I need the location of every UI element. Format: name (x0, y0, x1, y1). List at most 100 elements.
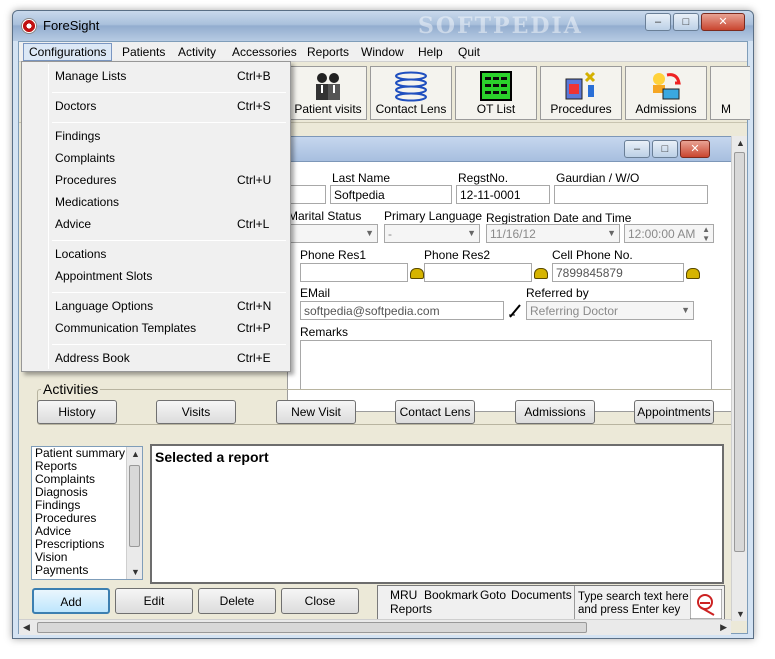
menu-help[interactable]: Help (413, 44, 448, 60)
bookmark-link[interactable]: Bookmark (424, 588, 478, 602)
registration-time-spinner[interactable]: 12:00:00 AM ▲ ▼ (624, 224, 714, 243)
phone-res2-field[interactable] (424, 263, 532, 282)
menu-quit[interactable]: Quit (453, 44, 485, 60)
contact-lens-button[interactable]: Contact Lens (395, 400, 475, 424)
marital-status-select[interactable]: ▼ (288, 224, 378, 243)
toolbar-label: Admissions (635, 102, 697, 116)
scroll-thumb[interactable] (734, 152, 745, 552)
nav-panel: MRU Bookmark Goto Documents Reports Type… (377, 585, 725, 621)
pen-icon[interactable] (508, 303, 522, 319)
history-button[interactable]: History (37, 400, 117, 424)
maximize-button[interactable]: □ (673, 13, 699, 31)
phone-icon[interactable] (686, 268, 700, 279)
main-horizontal-scrollbar[interactable]: ◀ ▶ (19, 619, 731, 635)
scroll-thumb[interactable] (129, 465, 140, 547)
menu-item-shortcut: Ctrl+S (237, 99, 271, 113)
menu-item-address-book[interactable]: Address Book Ctrl+E (22, 348, 290, 368)
report-title: Selected a report (155, 449, 269, 465)
scroll-up-icon[interactable]: ▲ (131, 449, 140, 459)
inner-maximize-button[interactable]: □ (652, 140, 678, 158)
toolbar-admissions-button[interactable]: Admissions (625, 66, 707, 120)
menu-item-manage-lists[interactable]: Manage Lists Ctrl+B (22, 66, 290, 86)
toolbar-contact-lens-button[interactable]: Contact Lens (370, 66, 452, 120)
delete-button[interactable]: Delete (198, 588, 276, 614)
menu-item-complaints[interactable]: Complaints (22, 148, 290, 168)
menu-window[interactable]: Window (356, 44, 409, 60)
appointments-button[interactable]: Appointments (634, 400, 714, 424)
documents-link[interactable]: Documents (511, 588, 572, 602)
menu-configurations[interactable]: Configurations (23, 43, 113, 61)
cell-phone-field[interactable]: 7899845879 (552, 263, 684, 282)
scroll-left-icon[interactable]: ◀ (23, 622, 30, 633)
inner-close-button[interactable]: ✕ (680, 140, 710, 158)
title-bar[interactable]: ForeSight SOFTPEDIA – □ ✕ (13, 11, 753, 41)
close-record-button[interactable]: Close (281, 588, 359, 614)
menu-item-shortcut: Ctrl+N (237, 299, 272, 313)
referred-by-select[interactable]: Referring Doctor ▼ (526, 301, 694, 320)
report-list[interactable]: Patient summary Reports Complaints Diagn… (31, 446, 143, 580)
menu-item-procedures[interactable]: Procedures Ctrl+U (22, 170, 290, 190)
regst-no-field[interactable]: 12-11-0001 (456, 185, 550, 204)
menu-item-advice[interactable]: Advice Ctrl+L (22, 214, 290, 234)
menu-item-label: Locations (55, 247, 107, 261)
menu-item-appointment-slots[interactable]: Appointment Slots (22, 266, 290, 286)
toolbar-more-button[interactable]: M (710, 66, 750, 120)
menu-reports[interactable]: Reports (302, 44, 354, 60)
phone-icon[interactable] (410, 268, 424, 279)
menu-item-findings[interactable]: Findings (22, 126, 290, 146)
menu-item-language-options[interactable]: Language Options Ctrl+N (22, 296, 290, 316)
menu-item-medications[interactable]: Medications (22, 192, 290, 212)
menu-item-doctors[interactable]: Doctors Ctrl+S (22, 96, 290, 116)
close-button[interactable]: ✕ (701, 13, 745, 31)
visits-button[interactable]: Visits (156, 400, 236, 424)
reports-link[interactable]: Reports (390, 602, 432, 616)
patient-window-titlebar[interactable]: – □ ✕ (287, 136, 739, 162)
first-name-field[interactable] (288, 185, 326, 204)
menu-item-communication-templates[interactable]: Communication Templates Ctrl+P (22, 318, 290, 338)
admissions-button[interactable]: Admissions (515, 400, 595, 424)
last-name-label: Last Name (332, 171, 391, 185)
menu-item-locations[interactable]: Locations (22, 244, 290, 264)
scroll-down-icon[interactable]: ▼ (736, 609, 745, 619)
add-button[interactable]: Add (32, 588, 110, 614)
last-name-field[interactable]: Softpedia (330, 185, 452, 204)
menu-patients[interactable]: Patients (117, 44, 170, 60)
referred-by-label: Referred by (526, 286, 589, 300)
registration-date-picker[interactable]: 11/16/12 ▼ (486, 224, 620, 243)
menu-accessories[interactable]: Accessories (227, 44, 302, 60)
guardian-field[interactable] (554, 185, 708, 204)
mru-link[interactable]: MRU (390, 588, 417, 602)
toolbar-patient-visits-button[interactable]: Patient visits (289, 66, 367, 120)
email-field[interactable]: softpedia@softpedia.com (300, 301, 504, 320)
toolbar-procedures-button[interactable]: Procedures (540, 66, 622, 120)
scroll-up-icon[interactable]: ▲ (736, 138, 745, 148)
phone-icon[interactable] (534, 268, 548, 279)
procedures-icon (565, 71, 596, 100)
remarks-textarea[interactable] (300, 340, 712, 390)
menu-activity[interactable]: Activity (173, 44, 221, 60)
scroll-down-icon[interactable]: ▼ (131, 567, 140, 577)
list-scrollbar[interactable]: ▲ ▼ (126, 447, 142, 579)
scroll-thumb[interactable] (37, 622, 587, 633)
regst-no-label: RegstNo. (458, 171, 509, 185)
registration-datetime-label: Registration Date and Time (486, 211, 632, 225)
primary-language-select[interactable]: - ▼ (384, 224, 480, 243)
goto-link[interactable]: Goto (480, 588, 506, 602)
toolbar-label: Contact Lens (375, 102, 447, 116)
toolbar-ot-list-button[interactable]: OT List (455, 66, 537, 120)
minimize-button[interactable]: – (645, 13, 671, 31)
menu-item-shortcut: Ctrl+L (237, 217, 270, 231)
new-visit-button[interactable]: New Visit (276, 400, 356, 424)
window-title: ForeSight (43, 18, 100, 33)
spinner-icon: ▲ ▼ (702, 225, 710, 243)
scroll-right-icon[interactable]: ▶ (720, 622, 727, 633)
phone-res1-field[interactable] (300, 263, 408, 282)
menu-item-label: Appointment Slots (55, 269, 153, 283)
edit-button[interactable]: Edit (115, 588, 193, 614)
toolbar-label: M (721, 102, 731, 116)
search-icon[interactable] (690, 589, 722, 619)
phone-res1-label: Phone Res1 (300, 248, 367, 262)
menu-item-label: Manage Lists (55, 69, 127, 83)
main-vertical-scrollbar[interactable]: ▲ ▼ (731, 136, 747, 621)
inner-minimize-button[interactable]: – (624, 140, 650, 158)
